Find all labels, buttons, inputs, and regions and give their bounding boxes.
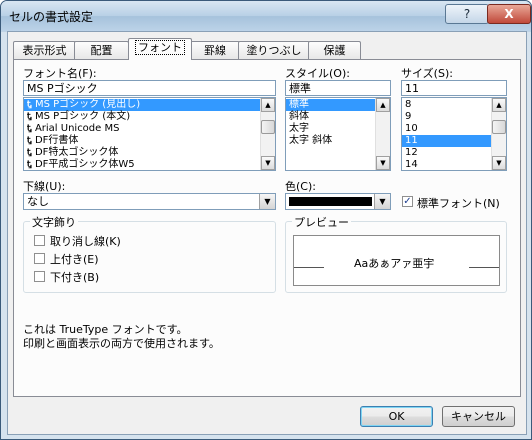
tab-protection[interactable]: 保護 xyxy=(308,41,361,60)
font-list-item[interactable]: Ꮏ Arial Unicode MS xyxy=(24,123,275,135)
font-name-list[interactable]: Ꮏ MS Pゴシック (見出し) Ꮏ MS Pゴシック (本文) Ꮏ Arial Un… xyxy=(23,97,276,171)
style-label: スタイル(O): xyxy=(285,67,350,80)
scroll-down-icon[interactable]: ▼ xyxy=(261,156,275,170)
tab-font[interactable]: フォント xyxy=(128,38,192,60)
superscript-label[interactable]: 上付き(E) xyxy=(50,251,99,267)
underline-select[interactable]: なし ▼ xyxy=(23,193,276,210)
preview-baseline-left xyxy=(294,267,324,268)
font-list-item[interactable]: Ꮏ DF行書体 xyxy=(24,135,275,147)
underline-label: 下線(U): xyxy=(23,180,66,193)
subscript-checkbox[interactable] xyxy=(34,271,45,282)
font-name-input[interactable]: MS Pゴシック xyxy=(23,80,276,96)
size-list[interactable]: 8 9 10 11 12 14 ▲ ▼ xyxy=(401,97,507,171)
strikethrough-checkbox[interactable] xyxy=(34,235,45,246)
truetype-icon: Ꮏ xyxy=(27,112,32,122)
default-font-checkbox[interactable]: ✓ xyxy=(402,196,413,207)
font-info-line2: 印刷と画面表示の両方で使用されます。 xyxy=(23,337,220,350)
help-button[interactable]: ? xyxy=(445,4,489,24)
scroll-down-icon[interactable]: ▼ xyxy=(376,156,390,170)
scroll-up-icon[interactable]: ▲ xyxy=(261,98,275,112)
font-name-label: フォント名(F): xyxy=(23,67,97,80)
font-list-item[interactable]: Ꮏ MS Pゴシック (見出し) xyxy=(24,99,275,111)
style-list[interactable]: 標準 斜体 太字 太字 斜体 ▲ ▼ xyxy=(285,97,391,171)
preview-area: Aaあぁアァ亜宇 xyxy=(293,235,500,286)
font-list-item[interactable]: Ꮏ DF特太ゴシック体 xyxy=(24,147,275,159)
scroll-thumb[interactable] xyxy=(492,120,506,134)
size-input[interactable]: 11 xyxy=(401,80,507,96)
window-title: セルの書式設定 xyxy=(9,10,94,24)
underline-value: なし xyxy=(27,195,49,208)
ok-button[interactable]: OK xyxy=(360,406,433,427)
truetype-icon: Ꮏ xyxy=(27,136,32,146)
tab-alignment[interactable]: 配置 xyxy=(74,41,129,60)
preview-sample: Aaあぁアァ亜宇 xyxy=(354,257,435,270)
scroll-up-icon[interactable]: ▲ xyxy=(376,98,390,112)
tab-number-format[interactable]: 表示形式 xyxy=(13,41,76,60)
strikethrough-label[interactable]: 取り消し線(K) xyxy=(50,233,121,249)
scroll-up-icon[interactable]: ▲ xyxy=(492,98,506,112)
color-select[interactable]: ▼ xyxy=(285,193,391,210)
truetype-icon: Ꮏ xyxy=(27,124,32,134)
subscript-label[interactable]: 下付き(B) xyxy=(50,269,99,285)
chevron-down-icon[interactable]: ▼ xyxy=(374,194,390,209)
color-label: 色(C): xyxy=(285,180,316,193)
font-list-scrollbar[interactable]: ▲ ▼ xyxy=(260,98,275,170)
scroll-thumb[interactable] xyxy=(261,120,275,134)
style-list-scrollbar[interactable]: ▲ ▼ xyxy=(375,98,390,170)
effects-title: 文字飾り xyxy=(30,214,78,230)
title-bar[interactable]: セルの書式設定 ? X xyxy=(1,1,531,31)
size-label: サイズ(S): xyxy=(401,67,453,80)
default-font-label[interactable]: 標準フォント(N) xyxy=(417,195,500,211)
preview-title: プレビュー xyxy=(292,214,351,230)
tab-border[interactable]: 罫線 xyxy=(190,41,240,60)
chevron-down-icon[interactable]: ▼ xyxy=(259,194,275,209)
superscript-checkbox[interactable] xyxy=(34,253,45,264)
preview-baseline-right xyxy=(469,267,499,268)
size-list-scrollbar[interactable]: ▲ ▼ xyxy=(491,98,506,170)
truetype-icon: Ꮏ xyxy=(27,100,32,110)
font-list-item[interactable]: Ꮏ DF平成ゴシック体W5 xyxy=(24,159,275,170)
cancel-button[interactable]: キャンセル xyxy=(442,406,515,427)
font-list-item[interactable]: Ꮏ MS Pゴシック (本文) xyxy=(24,111,275,123)
scroll-down-icon[interactable]: ▼ xyxy=(492,156,506,170)
format-cells-dialog: セルの書式設定 ? X 表示形式 配置 フォント 罫線 塗りつぶし 保護 フォン… xyxy=(0,0,532,440)
truetype-icon: Ꮏ xyxy=(27,148,32,158)
truetype-icon: Ꮏ xyxy=(27,160,32,170)
close-button[interactable]: X xyxy=(487,4,531,24)
color-swatch xyxy=(289,197,372,206)
tab-fill[interactable]: 塗りつぶし xyxy=(238,41,310,60)
style-input[interactable]: 標準 xyxy=(285,80,391,96)
